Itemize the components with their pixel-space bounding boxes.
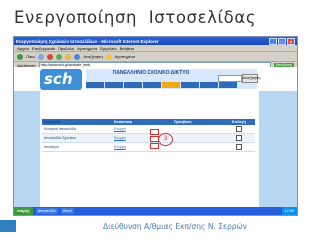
site-search-button[interactable]: Αναζήτηση — [242, 74, 260, 83]
nav-tab[interactable] — [181, 82, 199, 88]
taskbar-clock: 12:00 — [282, 207, 297, 215]
step-marker: 3 — [158, 133, 173, 146]
menu-tools[interactable]: Εργαλεία — [100, 46, 116, 51]
menu-file[interactable]: Αρχείο — [17, 46, 29, 51]
start-button[interactable]: έναρξη — [14, 207, 33, 215]
row-select[interactable] — [224, 135, 254, 141]
back-button[interactable]: Πίσω — [26, 54, 35, 59]
nav-tab[interactable] — [200, 82, 218, 88]
sch-logo[interactable]: sch — [40, 69, 82, 90]
maximize-button[interactable]: □ — [278, 37, 286, 45]
highlight-box — [150, 143, 159, 149]
menu-help[interactable]: Βοήθεια — [120, 46, 134, 51]
header-access: Πρόσβαση — [174, 120, 192, 124]
menu-favorites[interactable]: Αγαπημένα — [77, 46, 97, 51]
search-button[interactable]: Αναζήτηση — [83, 54, 102, 59]
row-checkbox[interactable] — [236, 126, 242, 132]
screenshot-window: Ενεργοποίηση Σχολικών Ιστοσελίδων - Micr… — [13, 36, 298, 216]
table-header: Ονομασία Κατάσταση Πρόσβαση Επιλογή — [42, 119, 255, 125]
sites-table: Ονομασία Κατάσταση Πρόσβαση Επιλογή Κεντ… — [42, 119, 255, 152]
table-row: Ιστοσελίδα Σχολείου Ενεργή — [42, 134, 255, 143]
row-select[interactable] — [224, 144, 254, 150]
menu-bar: Αρχείο Επεξεργασία Προβολή Αγαπημένα Εργ… — [14, 45, 297, 52]
stop-icon[interactable] — [47, 53, 54, 60]
forward-arrow-icon[interactable] — [38, 53, 45, 60]
header-name: Ονομασία — [44, 120, 61, 124]
row-name: Κεντρική Ιστοσελίδα — [44, 127, 76, 131]
web-page: sch ΠΑΝΕΛΛΗΝΙΟ ΣΧΟΛΙΚΟ ΔΙΚΤΥΟ Αναζήτηση — [14, 67, 297, 207]
nav-tab[interactable] — [105, 82, 123, 88]
window-title: Ενεργοποίηση Σχολικών Ιστοσελίδων - Micr… — [16, 38, 159, 44]
table-row: Ιστολόγιο Ενεργή — [42, 143, 255, 152]
row-name: Ιστολόγιο — [44, 145, 59, 149]
favorites-star-icon[interactable] — [105, 53, 112, 60]
left-sidebar — [14, 91, 40, 207]
nav-tab[interactable] — [219, 82, 237, 88]
header-select: Επιλογή — [232, 120, 246, 124]
home-icon[interactable] — [65, 53, 72, 60]
site-search-input[interactable] — [218, 75, 242, 82]
search-icon[interactable] — [74, 53, 81, 60]
menu-view[interactable]: Προβολή — [58, 46, 74, 51]
taskbar-item[interactable]: Word — [60, 208, 74, 214]
browser-toolbar: Πίσω Αναζήτηση Αγαπημένα — [14, 52, 297, 62]
site-nav — [86, 82, 237, 88]
slide-title: Ενεργοποίηση Ιστοσελίδας — [14, 8, 257, 27]
back-arrow-icon[interactable] — [17, 53, 23, 60]
row-select[interactable] — [224, 126, 254, 132]
sch-logo-text: sch — [44, 70, 73, 88]
table-row: Κεντρική Ιστοσελίδα Ενεργή — [42, 125, 255, 134]
row-checkbox[interactable] — [236, 135, 242, 141]
row-checkbox[interactable] — [236, 144, 242, 150]
slide-footer: Διεύθυνση Α/θμιας Εκπ/σης Ν. Σερρών — [102, 222, 247, 231]
window-titlebar: Ενεργοποίηση Σχολικών Ιστοσελίδων - Micr… — [14, 37, 297, 45]
row-name: Ιστοσελίδα Σχολείου — [44, 136, 77, 140]
highlight-box — [150, 129, 159, 135]
close-button[interactable]: × — [287, 37, 295, 45]
row-status-link[interactable]: Ενεργή — [114, 127, 174, 131]
nav-tab[interactable] — [86, 82, 104, 88]
taskbar-item[interactable]: Ιστοσελίδα — [35, 208, 58, 214]
header-status: Κατάσταση — [114, 120, 133, 124]
favorites-button[interactable]: Αγαπημένα — [115, 54, 135, 59]
nav-tab-active[interactable] — [162, 82, 180, 88]
info-text — [42, 92, 256, 118]
banner-title: ΠΑΝΕΛΛΗΝΙΟ ΣΧΟΛΙΚΟ ΔΙΚΤΥΟ — [112, 70, 190, 76]
minimize-button[interactable]: _ — [269, 37, 277, 45]
site-header: sch ΠΑΝΕΛΛΗΝΙΟ ΣΧΟΛΙΚΟ ΔΙΚΤΥΟ Αναζήτηση — [14, 67, 297, 91]
nav-tab[interactable] — [124, 82, 142, 88]
right-sidebar — [259, 91, 297, 207]
footer-accent-bar — [0, 220, 16, 232]
menu-edit[interactable]: Επεξεργασία — [32, 46, 55, 51]
taskbar: έναρξη Ιστοσελίδα Word 12:00 — [14, 207, 297, 215]
refresh-icon[interactable] — [56, 53, 63, 60]
nav-tab[interactable] — [143, 82, 161, 88]
